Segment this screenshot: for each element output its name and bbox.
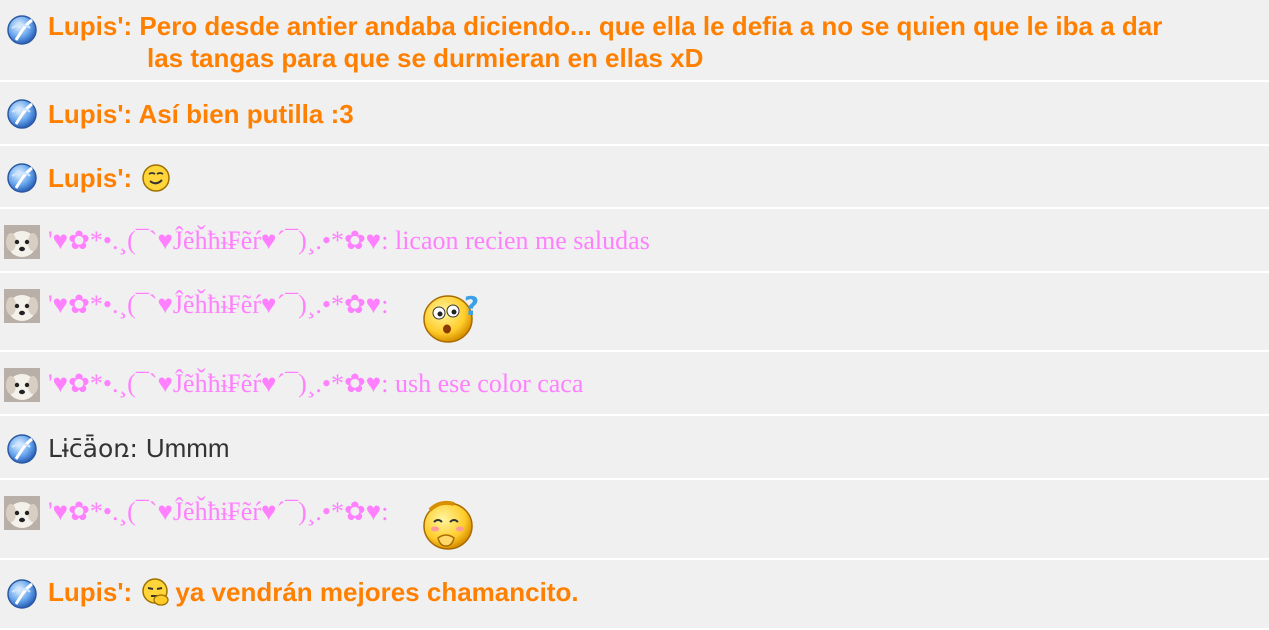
- chat-message: '♥✿*•.¸(¯`♥Ĵẽȟħɨ₣ẽŕ♥´¯)¸.•*✿♥: ush ese c…: [0, 352, 1269, 416]
- sender-name: '♥✿*•.¸(¯`♥Ĵẽȟħɨ₣ẽŕ♥´¯)¸.•*✿♥: [48, 369, 382, 398]
- message-text: Así bien putilla :3: [138, 99, 354, 129]
- confused-question-emoticon: ?: [420, 289, 480, 350]
- chat-message: Lupis': Pero desde antier andaba diciend…: [0, 0, 1269, 82]
- chat-message: Lupis':: [0, 146, 1269, 209]
- chat-message: Lupis': ya vendrán mejores chamancito.: [0, 560, 1269, 630]
- sender-name: '♥✿*•.¸(¯`♥Ĵẽȟħɨ₣ẽŕ♥´¯)¸.•*✿♥: [48, 497, 382, 526]
- chat-message: '♥✿*•.¸(¯`♥Ĵẽȟħɨ₣ẽŕ♥´¯)¸.•*✿♥: ?: [0, 273, 1269, 352]
- svg-text:?: ?: [464, 292, 479, 322]
- chat-message: '♥✿*•.¸(¯`♥Ĵẽȟħɨ₣ẽŕ♥´¯)¸.•*✿♥: licaon re…: [0, 209, 1269, 273]
- giggle-emoticon: [420, 496, 478, 557]
- message-text: Ummm: [145, 433, 230, 463]
- message-text: licaon recien me saludas: [394, 226, 650, 255]
- message-text: ya vendrán mejores chamancito.: [175, 577, 579, 607]
- sender-name: Lɨc̄ǟoռ: [48, 434, 130, 463]
- msn-butterfly-icon: [4, 431, 40, 472]
- sender-name: '♥✿*•.¸(¯`♥Ĵẽȟħɨ₣ẽŕ♥´¯)¸.•*✿♥: [48, 290, 382, 319]
- sender-name: '♥✿*•.¸(¯`♥Ĵẽȟħɨ₣ẽŕ♥´¯)¸.•*✿♥: [48, 226, 382, 255]
- chat-message: '♥✿*•.¸(¯`♥Ĵẽȟħɨ₣ẽŕ♥´¯)¸.•*✿♥:: [0, 480, 1269, 560]
- thinking-emoticon: [141, 577, 171, 614]
- smirk-smiley-icon: [141, 163, 171, 200]
- dog-avatar: [4, 496, 40, 535]
- sender-name: Lupis': [48, 163, 124, 193]
- msn-butterfly-icon: [4, 576, 40, 617]
- sender-name: Lupis': [48, 99, 124, 129]
- sender-name: Lupis': [48, 11, 124, 41]
- chat-message: Lupis': Así bien putilla :3: [0, 82, 1269, 146]
- msn-butterfly-icon: [4, 12, 40, 53]
- dog-avatar: [4, 225, 40, 264]
- msn-butterfly-icon: [4, 160, 40, 201]
- message-text: Pero desde antier andaba diciendo... que…: [139, 11, 1163, 41]
- msn-butterfly-icon: [4, 96, 40, 137]
- sender-name: Lupis': [48, 577, 124, 607]
- message-text: ush ese color caca: [394, 369, 584, 398]
- chat-message: Lɨc̄ǟoռ: Ummm: [0, 416, 1269, 480]
- dog-avatar: [4, 368, 40, 407]
- message-text-cont: las tangas para que se durmieran en ella…: [147, 43, 704, 73]
- dog-avatar: [4, 289, 40, 328]
